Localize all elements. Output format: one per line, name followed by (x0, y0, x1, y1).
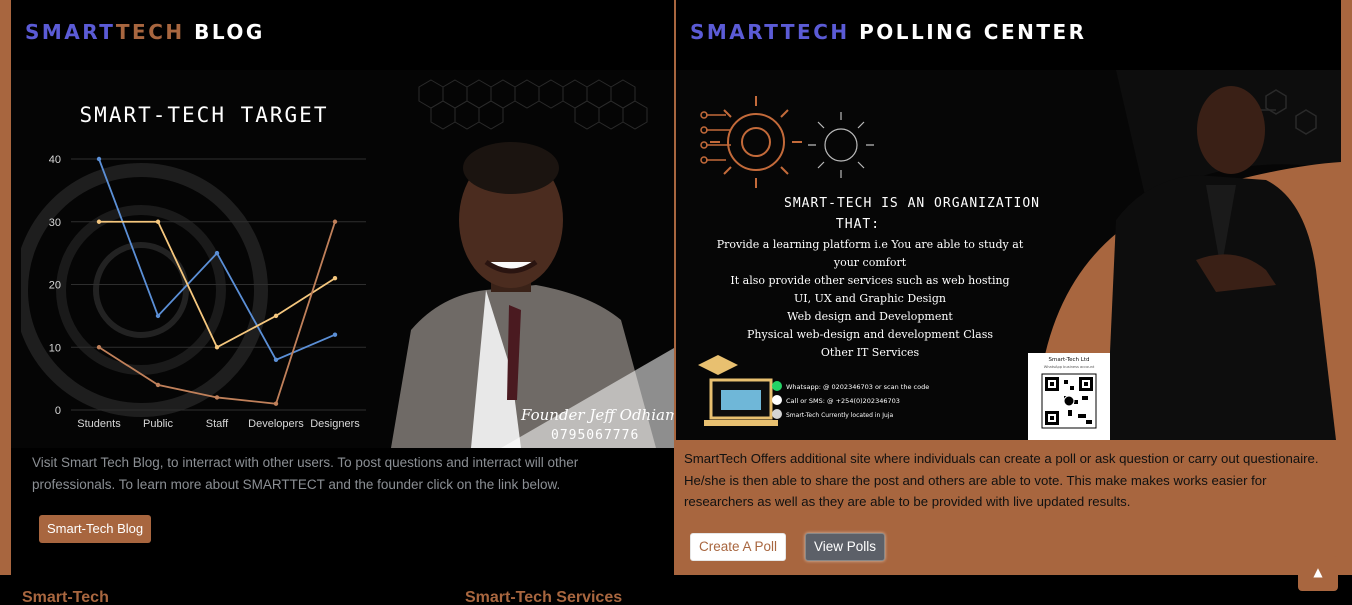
contact-whatsapp: Whatsapp: @ 0202346703 or scan the code (786, 383, 929, 391)
heading-smart: SMART (25, 20, 116, 44)
qr-subtitle: WhatsApp business account (1044, 365, 1095, 369)
heading-tech: TECH (115, 20, 185, 44)
polling-section: SMARTTECH POLLING CENTER SMART-TECH IS A… (676, 0, 1341, 575)
series-point-1 (155, 219, 161, 224)
series-point-0 (96, 156, 102, 162)
y-tick-label: 0 (55, 405, 61, 417)
series-point-0 (332, 332, 338, 337)
series-point-0 (273, 357, 279, 362)
polling-illustration: SMART-TECH IS AN ORGANIZATION THAT: Prov… (676, 70, 1341, 440)
founder-phone: 0795067776 (551, 428, 639, 443)
decor-ring (56, 205, 226, 375)
series-point-0 (155, 313, 161, 319)
founder-photo: Founder Jeff Odhiambo 0795067776 (371, 70, 674, 448)
series-point-1 (96, 219, 102, 224)
create-poll-button[interactable]: Create A Poll (690, 533, 787, 561)
series-point-2 (96, 345, 102, 350)
qr-title: Smart-Tech Ltd (1049, 357, 1090, 363)
x-tick-label: Public (143, 418, 173, 430)
series-point-2 (332, 219, 338, 224)
phone-icon (772, 395, 782, 405)
poll-image-line: your comfort (833, 256, 907, 269)
footer-col2-title: Smart-Tech Services (465, 589, 623, 605)
series-point-1 (332, 276, 338, 281)
footer: Smart-Tech Smart-Tech Services (0, 575, 1352, 605)
footer-col1-title: Smart-Tech (22, 589, 109, 605)
x-tick-label: Students (77, 418, 121, 430)
founder-caption: Founder Jeff Odhiambo (520, 406, 674, 424)
blog-banner-image: SMART-TECH TARGET 0 10 20 30 40 Students Publ… (11, 70, 674, 448)
y-tick-label: 20 (49, 280, 61, 292)
decor-ring (93, 242, 189, 338)
series-point-2 (155, 382, 161, 388)
y-tick-label: 10 (49, 342, 61, 354)
y-tick-label: 40 (49, 154, 61, 166)
y-tick-label: 30 (49, 217, 61, 229)
series-point-0 (214, 250, 220, 256)
heading-rest: POLLING CENTER (849, 20, 1087, 44)
poll-image-line: Provide a learning platform i.e You are … (717, 238, 1024, 251)
whatsapp-icon (772, 381, 782, 391)
series-point-2 (273, 401, 279, 406)
founder-illustration: Founder Jeff Odhiambo 0795067776 (391, 79, 674, 448)
x-tick-label: Designers (310, 418, 360, 430)
heading-rest: BLOG (184, 20, 265, 44)
chart-svg: SMART-TECH TARGET 0 10 20 30 40 Students Publ… (14, 103, 366, 430)
qr-code: Smart-Tech Ltd WhatsApp business account (1028, 353, 1110, 440)
polling-heading: SMARTTECH POLLING CENTER (690, 20, 1087, 44)
smart-tech-blog-button[interactable]: Smart-Tech Blog (39, 515, 152, 543)
contact-location: Smart-Tech Currently located in Juja (786, 412, 893, 419)
polling-banner-image: SMART-TECH IS AN ORGANIZATION THAT: Prov… (676, 70, 1341, 440)
poll-image-headline: SMART-TECH IS AN ORGANIZATION (784, 196, 1040, 211)
contact-call: Call or SMS: @ +254(0)202346703 (786, 397, 900, 405)
poll-image-line: It also provide other services such as w… (730, 274, 1009, 287)
x-tick-label: Developers (248, 418, 304, 430)
poll-image-line: UI, UX and Graphic Design (794, 292, 946, 305)
series-point-2 (214, 395, 220, 400)
poll-image-line: Web design and Development (787, 310, 953, 323)
back-to-top-button[interactable]: ▲ (1298, 556, 1338, 591)
x-tick-label: Staff (206, 418, 229, 430)
location-icon (772, 409, 782, 419)
poll-image-line: Other IT Services (821, 346, 920, 359)
target-chart: SMART-TECH TARGET 0 10 20 30 40 Students Publ… (14, 70, 381, 448)
blog-heading: SMARTTECH BLOG (25, 20, 265, 44)
series-point-1 (214, 345, 220, 350)
chevron-up-icon: ▲ (1313, 565, 1323, 579)
poll-image-line: Physical web-design and development Clas… (747, 328, 993, 341)
view-polls-button[interactable]: View Polls (805, 533, 886, 561)
heading-smart: SMARTTECH (690, 20, 850, 44)
series-point-1 (273, 313, 279, 319)
blog-description: Visit Smart Tech Blog, to interract with… (32, 455, 579, 492)
polling-description: SmartTech Offers additional site where i… (684, 451, 1319, 509)
chart-title: SMART-TECH TARGET (80, 103, 329, 127)
poll-image-headline-2: THAT: (836, 217, 880, 232)
blog-section: SMARTTECH BLOG SMART-TECH TARGET 0 10 20 30… (11, 0, 674, 575)
